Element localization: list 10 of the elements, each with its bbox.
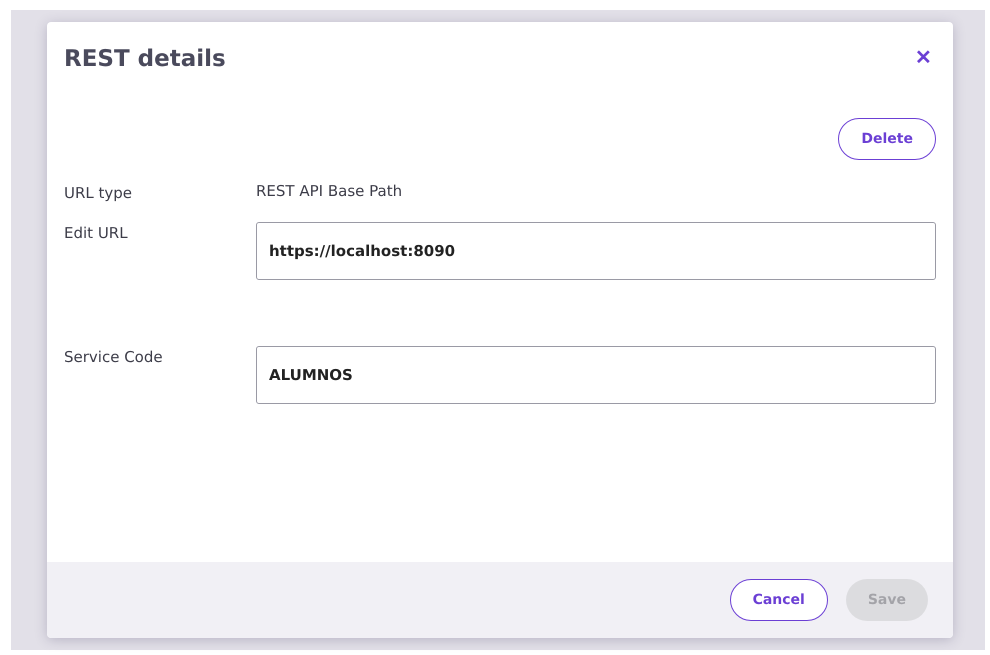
close-button[interactable]: ✕ <box>911 44 936 70</box>
input-field[interactable]: ALUMNOS <box>256 346 936 404</box>
footer-button[interactable]: Cancel <box>730 579 828 621</box>
field-label: Edit URL <box>64 223 129 244</box>
field-label: URL type <box>64 183 134 204</box>
field-label: Service Code <box>64 347 164 368</box>
field-value: REST API Base Path <box>256 182 402 202</box>
input-field[interactable]: https://localhost:8090 <box>256 222 936 280</box>
dialog-title: REST details <box>64 45 226 72</box>
delete-button[interactable]: Delete <box>838 118 936 160</box>
